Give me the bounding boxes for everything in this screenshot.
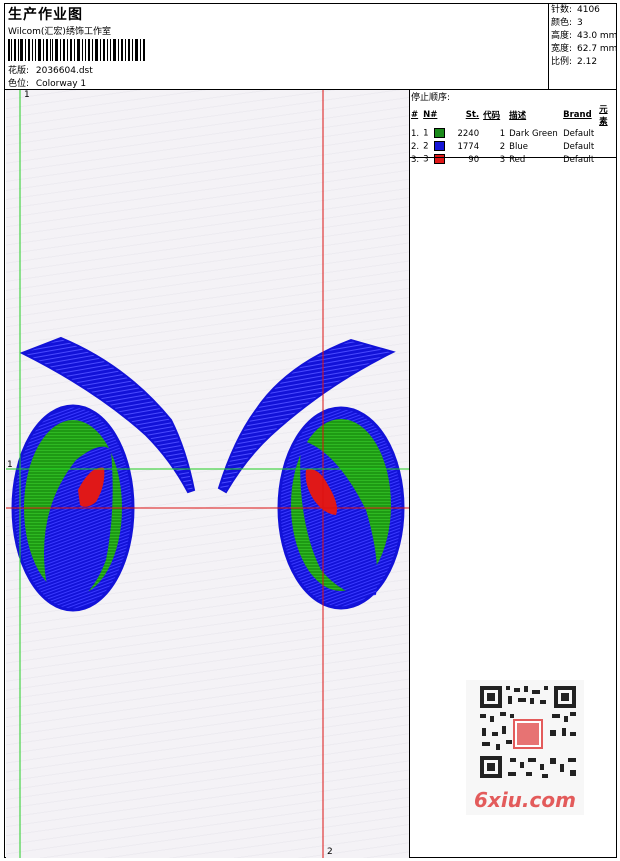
row-index: 2. — [411, 141, 420, 152]
design-label: 花版: — [8, 66, 30, 76]
table-bottom-rule — [410, 157, 617, 158]
table-header-row: # N# St. 代码 描述 Brand 元素 — [410, 103, 617, 127]
row-code: 3 — [499, 154, 506, 165]
col-header: Brand — [563, 110, 592, 120]
row-code: 2 — [499, 141, 506, 152]
col-header: 描述 — [509, 111, 527, 121]
stat-label: 高度: — [551, 31, 573, 41]
design-preview-canvas: 1 2 1 — [6, 90, 409, 858]
stat-row: 针数: 4106 — [551, 4, 618, 17]
color-swatch — [433, 154, 445, 165]
row-element — [598, 153, 617, 166]
row-brand: Default — [563, 141, 595, 152]
guide-label-2: 2 — [327, 847, 333, 857]
stat-value: 62.7 mm — [577, 44, 618, 54]
design-stats-panel: 针数: 4106 颜色: 3 高度: 43.0 mm 宽度: 62.7 mm 比例: 2.… — [548, 4, 618, 89]
stat-value: 4106 — [577, 5, 600, 15]
stop-sequence-heading: 停止顺序: — [411, 93, 451, 103]
row-brand: Default — [563, 128, 595, 139]
stat-value: 43.0 mm — [577, 31, 618, 41]
row-stitches: 90 — [468, 154, 480, 165]
row-n: 1 — [422, 127, 456, 140]
embroidery-artwork — [6, 90, 409, 858]
studio-name: Wilcom(汇宏)绣饰工作室 — [8, 27, 111, 37]
color-swatch — [433, 128, 445, 139]
row-n: 3 — [422, 153, 456, 166]
stat-row: 比例: 2.12 — [551, 56, 618, 69]
row-desc: Red — [509, 154, 526, 165]
design-file-row: 花版: 2036604.dst — [8, 63, 93, 76]
row-code: 1 — [499, 128, 506, 139]
guide-label-h: 1 — [7, 460, 13, 470]
design-filename: 2036604.dst — [35, 66, 93, 76]
stat-value: 3 — [577, 18, 583, 28]
col-header: 元素 — [599, 105, 608, 127]
colorway-label: 色位: — [8, 79, 30, 89]
stat-label: 比例: — [551, 57, 573, 67]
row-index: 1. — [411, 128, 420, 139]
colorway-value: Colorway 1 — [35, 79, 87, 89]
col-header: N# — [423, 110, 438, 120]
stat-label: 颜色: — [551, 18, 573, 28]
col-header: # — [411, 110, 419, 120]
row-stitches: 1774 — [457, 141, 480, 152]
row-stitches: 2240 — [457, 128, 480, 139]
col-header: 代码 — [483, 111, 501, 121]
table-row: 2. 2 1774 2 Blue Default — [410, 140, 617, 153]
stat-label: 针数: — [551, 5, 573, 15]
table-row: 3. 3 90 3 Red Default — [410, 153, 617, 166]
stat-row: 高度: 43.0 mm — [551, 30, 618, 43]
stat-row: 宽度: 62.7 mm — [551, 43, 618, 56]
col-header: St. — [465, 110, 480, 120]
row-element — [598, 140, 617, 153]
table-row: 1. 1 2240 1 Dark Green Default — [410, 127, 617, 140]
row-desc: Dark Green — [509, 128, 558, 139]
barcode-image — [8, 39, 145, 61]
guide-label-1: 1 — [24, 90, 30, 100]
stat-value: 2.12 — [577, 57, 598, 67]
row-index: 3. — [411, 154, 420, 165]
stat-row: 颜色: 3 — [551, 17, 618, 30]
color-swatch — [433, 141, 445, 152]
page-title: 生产作业图 — [8, 7, 83, 23]
site-watermark: 6xiu.com — [474, 788, 576, 812]
row-element — [598, 127, 617, 140]
colorway-row: 色位: Colorway 1 — [8, 76, 86, 89]
row-desc: Blue — [509, 141, 528, 152]
stat-label: 宽度: — [551, 44, 573, 54]
row-brand: Default — [563, 154, 595, 165]
row-n: 2 — [422, 140, 456, 153]
qr-code-icon — [480, 686, 576, 778]
